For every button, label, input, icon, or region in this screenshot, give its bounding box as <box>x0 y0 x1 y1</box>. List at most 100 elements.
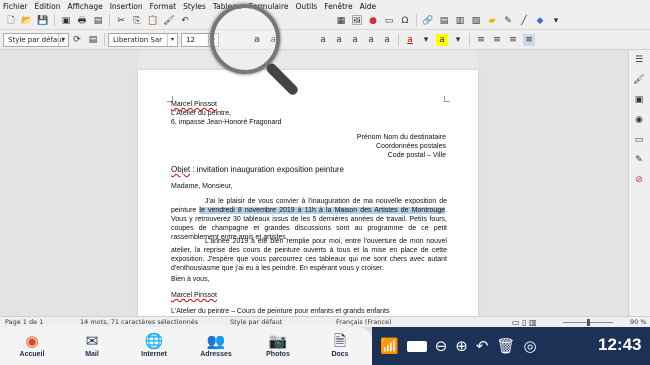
app-label: Mail <box>85 351 99 358</box>
footnote-icon[interactable]: ▤ <box>438 15 450 27</box>
separator <box>398 33 399 46</box>
camera-icon: 📷 <box>268 332 288 350</box>
navigator-icon[interactable]: ◉ <box>633 114 645 126</box>
special-character-icon[interactable]: Ω <box>399 15 411 27</box>
page-style: Style par défaut <box>230 318 283 326</box>
language: Français (France) <box>336 318 392 326</box>
print-icon[interactable]: 🖶 <box>76 15 88 27</box>
menu-affichage[interactable]: Affichage <box>67 2 102 11</box>
menu-aide[interactable]: Aide <box>360 2 377 11</box>
separator <box>54 14 55 27</box>
zoom-level: 90 % <box>630 318 647 326</box>
shadow-icon[interactable]: a <box>365 34 377 46</box>
status-bar: Page 1 de 1 14 mots, 71 caractères sélec… <box>0 316 650 327</box>
menu-styles[interactable]: Styles <box>183 2 206 11</box>
comment-icon[interactable]: ▰ <box>486 15 498 27</box>
home-logo-icon: ◉ <box>25 332 39 350</box>
battery-icon[interactable] <box>406 340 427 352</box>
magnifier-lens <box>210 4 280 74</box>
strikethrough-icon[interactable]: a <box>317 34 329 46</box>
font-name-combo[interactable]: Liberation Sar ▾ <box>108 32 178 47</box>
export-pdf-icon[interactable]: ▣ <box>60 15 72 27</box>
menu-format[interactable]: Format <box>150 2 176 11</box>
paste-icon[interactable]: 📋 <box>147 15 159 27</box>
clear-formatting-icon[interactable]: a <box>381 34 393 46</box>
new-style-icon[interactable]: ▤ <box>87 34 99 46</box>
cut-icon[interactable]: ✂ <box>115 15 127 27</box>
sender-company: L'Atelier du peintre, <box>171 110 232 117</box>
highlight-color-icon[interactable]: a <box>436 33 448 46</box>
open-folder-icon[interactable]: 📂 <box>21 15 33 27</box>
subscript-icon[interactable]: a <box>349 34 361 46</box>
menu-insertion[interactable]: Insertion <box>110 2 143 11</box>
word-count: 14 mots, 71 caractères sélectionnés <box>80 318 199 326</box>
align-center-icon[interactable]: ≡ <box>491 34 503 46</box>
app-photos[interactable]: 📷 Photos <box>250 331 306 363</box>
menu-fenetre[interactable]: Fenêtre <box>324 2 352 11</box>
page-icon[interactable]: ▭ <box>633 134 645 146</box>
new-document-icon[interactable]: 🗋 <box>5 15 17 27</box>
subject-line: Objet : invitation inauguration expositi… <box>171 165 344 174</box>
manage-changes-icon[interactable]: ✎ <box>633 154 645 166</box>
back-icon[interactable]: ↶ <box>476 337 489 355</box>
app-internet[interactable]: 🌐 Internet <box>126 331 182 363</box>
closing: Bien à vous, <box>171 276 210 283</box>
view-layout-icons[interactable]: ▭ ▯ ▥ <box>512 318 537 327</box>
trash-icon[interactable]: 🗑 <box>496 337 515 355</box>
signature-text: Marcel Pinssot <box>171 292 217 299</box>
chevron-down-icon: ▾ <box>167 33 177 46</box>
align-left-icon[interactable]: ≡ <box>475 34 487 46</box>
styles-icon[interactable]: 🖌 <box>633 74 645 86</box>
line-icon[interactable]: ╱ <box>518 15 530 27</box>
align-right-icon[interactable]: ≡ <box>507 34 519 46</box>
zoom-slider-thumb[interactable] <box>587 319 590 326</box>
separator <box>416 14 417 27</box>
insert-image-icon[interactable]: 🖼 <box>351 15 363 27</box>
gallery-icon[interactable]: ▣ <box>633 94 645 106</box>
hyperlink-icon[interactable]: 🔗 <box>422 15 434 27</box>
sender-name-text: Marcel Pinssot <box>171 101 217 108</box>
app-label: Docs <box>331 351 349 358</box>
justify-icon[interactable]: ≡ <box>523 33 535 46</box>
recipient-coords: Coordonnées postales <box>375 143 446 150</box>
field-icon[interactable]: ▧ <box>470 15 482 27</box>
shapes-dropdown-icon[interactable]: ▾ <box>550 15 562 27</box>
update-style-icon[interactable]: ⟳ <box>71 34 83 46</box>
help-icon[interactable]: ◎ <box>523 337 536 355</box>
app-accueil[interactable]: ◉ Accueil <box>4 331 60 363</box>
print-preview-icon[interactable]: ▤ <box>92 15 104 27</box>
menu-edition[interactable]: Édition <box>35 2 61 11</box>
document-page[interactable]: Marcel Pinssot L'Atelier du peintre, 6, … <box>138 70 478 316</box>
superscript-icon[interactable]: a <box>333 34 345 46</box>
insert-table-icon[interactable]: ▦ <box>335 15 347 27</box>
paragraph-1: J'ai le plaisir de vous convier à l'inau… <box>171 197 447 242</box>
track-changes-icon[interactable]: ✎ <box>502 15 514 27</box>
chevron-down-icon[interactable]: ▾ <box>452 34 464 46</box>
app-adresses[interactable]: 👥 Adresses <box>188 331 244 363</box>
save-icon[interactable]: 💾 <box>37 15 49 27</box>
insert-chart-icon[interactable]: ● <box>367 15 379 27</box>
app-docs[interactable]: 🗎 Docs <box>312 331 368 363</box>
zoom-in-icon[interactable]: ⊕ <box>455 337 468 355</box>
chevron-down-icon[interactable]: ▾ <box>420 34 432 46</box>
recipient-city: Code postal – Ville <box>387 152 446 159</box>
menu-fichier[interactable]: Fichier <box>3 2 28 11</box>
clone-formatting-icon[interactable]: 🖌 <box>163 15 175 27</box>
selected-text: le vendredi 8 novembre 2019 à 11h à la M… <box>199 207 446 214</box>
design-icon[interactable]: ⊘ <box>633 174 645 186</box>
menu-outils[interactable]: Outils <box>296 2 318 11</box>
zoom-out-icon[interactable]: ⊖ <box>435 337 448 355</box>
globe-icon: 🌐 <box>144 332 164 350</box>
font-color-icon[interactable]: a <box>404 34 416 46</box>
undo-icon[interactable]: ↶ <box>179 15 191 27</box>
basic-shapes-icon[interactable]: ◆ <box>534 15 546 27</box>
text-box-icon[interactable]: ▭ <box>383 15 395 27</box>
paragraph-style-combo[interactable]: Style par défaut ▾ <box>3 32 69 47</box>
copy-icon[interactable]: ⎘ <box>131 15 143 27</box>
page-break-icon[interactable]: ▥ <box>454 15 466 27</box>
font-size-value: 12 <box>186 35 195 44</box>
wifi-icon[interactable]: 📶 <box>380 337 399 355</box>
clock: 12:43 <box>598 335 642 354</box>
properties-icon[interactable]: ☰ <box>633 54 645 66</box>
app-mail[interactable]: ✉ Mail <box>64 331 120 363</box>
